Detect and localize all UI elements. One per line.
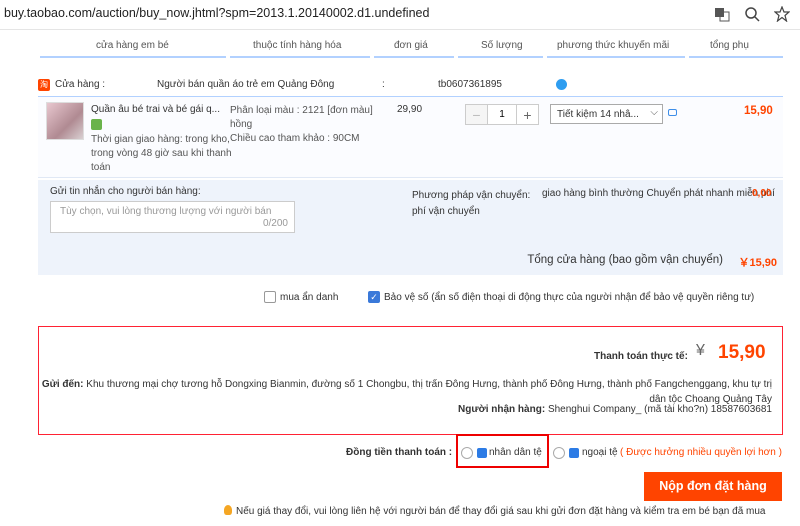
- address-bar: buy.taobao.com/auction/buy_now.jhtml?spm…: [0, 0, 800, 30]
- char-counter: 0/200: [262, 218, 288, 229]
- seller-message-input[interactable]: Tùy chọn, vui lòng thương lượng với ngườ…: [50, 201, 295, 233]
- shop-separator: :: [382, 79, 385, 90]
- translate-icon[interactable]: [714, 6, 730, 22]
- increase-button[interactable]: +: [516, 105, 538, 124]
- wallet-icon: [569, 448, 579, 458]
- url-text[interactable]: buy.taobao.com/auction/buy_now.jhtml?spm…: [4, 6, 429, 20]
- privacy-checkbox[interactable]: ✓: [368, 291, 380, 303]
- col-underline: [547, 56, 685, 58]
- foreign-label[interactable]: ngoại tệ: [582, 447, 618, 458]
- footer-note-text: Nếu giá thay đổi, vui lòng liên hệ với n…: [236, 506, 766, 517]
- store-total-label: Tổng cửa hàng (bao gồm vận chuyển): [527, 254, 723, 266]
- quantity-input[interactable]: [488, 105, 516, 124]
- store-badge-icon: 淘: [38, 79, 50, 91]
- chat-icon[interactable]: [556, 79, 567, 90]
- shipping-label: Phương pháp vận chuyển: phí vận chuyển: [412, 190, 531, 217]
- zoom-icon[interactable]: [744, 6, 760, 22]
- message-section: Gửi tin nhắn cho người bán hàng: Tùy chọ…: [38, 180, 783, 240]
- message-label: Gửi tin nhắn cho người bán hàng:: [50, 186, 201, 197]
- shipping-address: Gửi đến: Khu thương mại chợ tương hỗ Don…: [39, 377, 772, 407]
- message-placeholder: Tùy chọn, vui lòng thương lượng với ngườ…: [60, 206, 272, 217]
- store-total: Tổng cửa hàng (bao gồm vận chuyển) ￥15,9…: [38, 240, 783, 275]
- address-text: Khu thương mại chợ tương hỗ Dongxing Bia…: [86, 379, 772, 405]
- shop-row: 淘 Cửa hàng : Người bán quần áo trẻ em Qu…: [38, 76, 788, 94]
- col-underline: [230, 56, 370, 58]
- quantity-stepper: − +: [465, 104, 539, 125]
- delivery-info: Thời gian giao hàng: trong kho, trong vò…: [91, 134, 232, 173]
- rmb-label[interactable]: nhân dân tệ: [489, 447, 542, 458]
- shipping-fee: 0,00: [752, 188, 772, 199]
- shipping-method: giao hàng bình thường Chuyển phát nhanh …: [542, 188, 775, 199]
- sku-color: Phân loại màu : 2121 [đơn màu] hồng: [230, 105, 373, 130]
- leaf-badge-icon: [91, 119, 102, 130]
- promotion-select[interactable]: Tiết kiệm 14 nhâ... ⌵: [550, 104, 663, 124]
- currency-note: ( Được hưởng nhiều quyền lợi hơn ): [620, 447, 782, 458]
- submit-order-button[interactable]: Nộp đơn đặt hàng: [644, 472, 782, 501]
- col-underline: [689, 56, 783, 58]
- foreign-radio[interactable]: [553, 447, 565, 459]
- col-unit-price: đơn giá: [394, 40, 428, 51]
- shop-label: Cửa hàng :: [55, 79, 106, 90]
- order-item: Quần âu bé trai và bé gái q... Thời gian…: [38, 96, 783, 178]
- lightbulb-icon: [224, 505, 232, 515]
- order-options: mua ẩn danh ✓ Bảo vệ số (ẩn số điện thoạ…: [0, 290, 800, 308]
- unit-price: 29,90: [397, 104, 423, 115]
- product-thumbnail[interactable]: [46, 102, 84, 140]
- recipient: Người nhận hàng: Shenghui Company_ (mã t…: [458, 404, 772, 415]
- col-underline: [374, 56, 454, 58]
- col-quantity: Số lượng: [481, 40, 523, 51]
- column-headers: cửa hàng em bé thuộc tính hàng hóa đơn g…: [0, 36, 800, 60]
- recipient-label: Người nhận hàng:: [458, 404, 546, 415]
- sku-size: Chiều cao tham khảo : 90CM: [230, 133, 360, 144]
- chevron-down-icon: ⌵: [650, 107, 658, 118]
- col-underline: [40, 56, 226, 58]
- recipient-value: Shenghui Company_ (mã tài kho?n) 1858760…: [547, 404, 772, 415]
- product-sku: Phân loại màu : 2121 [đơn màu] hồng Chiề…: [230, 104, 375, 146]
- decrease-button[interactable]: −: [466, 105, 488, 124]
- rmb-icon: [477, 448, 487, 458]
- col-attributes: thuộc tính hàng hóa: [253, 40, 342, 51]
- currency-symbol: ¥: [696, 342, 705, 359]
- currency-label: Đồng tiền thanh toán :: [346, 447, 453, 458]
- footer-note: Nếu giá thay đổi, vui lòng liên hệ với n…: [224, 505, 766, 517]
- seller-name[interactable]: Người bán quần áo trẻ em Quảng Đông: [157, 79, 334, 90]
- store-total-value: ￥15,90: [738, 257, 777, 269]
- payment-amount: 15,90: [718, 342, 766, 363]
- anonymous-label: mua ẩn danh: [280, 292, 339, 303]
- col-store: cửa hàng em bé: [96, 40, 169, 51]
- payment-label: Thanh toán thực tế:: [594, 351, 688, 362]
- payment-summary: Thanh toán thực tế: ¥ 15,90 Gửi đến: Khu…: [38, 326, 783, 435]
- col-underline: [458, 56, 543, 58]
- anonymous-checkbox[interactable]: [264, 291, 276, 303]
- seller-id[interactable]: tb0607361895: [438, 79, 502, 90]
- promotion-value: Tiết kiệm 14 nhâ...: [557, 109, 639, 120]
- star-icon[interactable]: [774, 6, 790, 22]
- ship-to-label: Gửi đến:: [41, 379, 84, 390]
- col-promotion: phương thức khuyến mãi: [557, 40, 670, 51]
- privacy-label: Bảo vệ số (ẩn số điện thoại di động thực…: [384, 292, 755, 303]
- item-subtotal: 15,90: [744, 105, 773, 117]
- browser-actions: [714, 6, 790, 22]
- col-subtotal: tổng phụ: [710, 40, 749, 51]
- message-icon[interactable]: [668, 109, 677, 116]
- product-title[interactable]: Quần âu bé trai và bé gái q...: [91, 104, 226, 115]
- rmb-radio[interactable]: [461, 447, 473, 459]
